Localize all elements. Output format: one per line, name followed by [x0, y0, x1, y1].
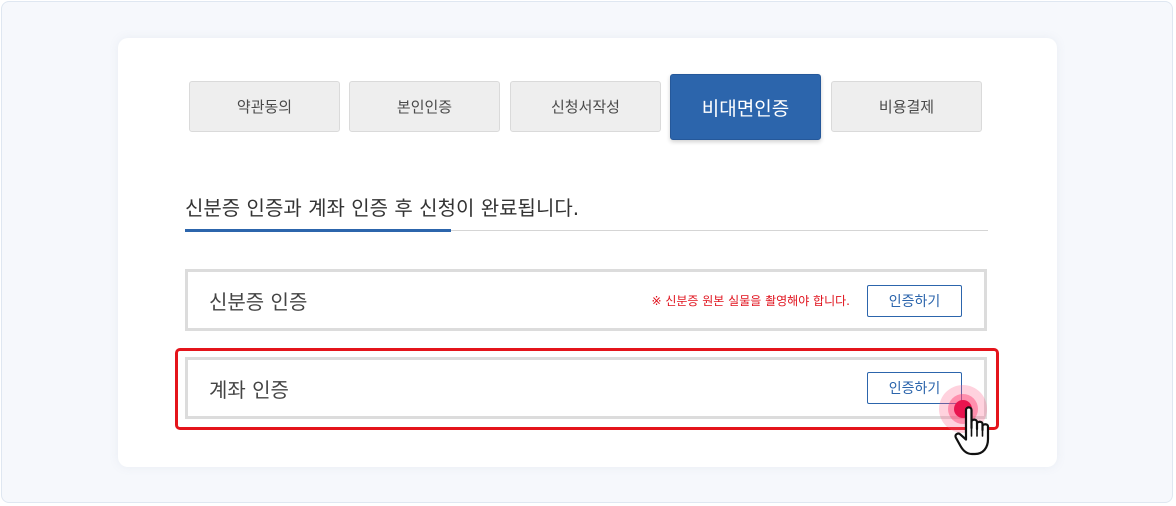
tab-non-face-to-face-verification[interactable]: 비대면인증 — [670, 74, 821, 140]
account-verification-title: 계좌 인증 — [209, 377, 289, 402]
id-card-verification-row: 신분증 인증 ※ 신분증 원본 실물을 촬영해야 합니다. 인증하기 — [185, 269, 987, 331]
id-card-verify-button[interactable]: 인증하기 — [867, 285, 962, 317]
account-verify-button[interactable]: 인증하기 — [867, 372, 962, 404]
tab-application-form[interactable]: 신청서작성 — [510, 81, 661, 132]
id-card-notice: ※ 신분증 원본 실물을 촬영해야 합니다. — [651, 293, 850, 308]
tab-terms-agreement[interactable]: 약관동의 — [189, 81, 340, 132]
account-verification-row: 계좌 인증 인증하기 — [185, 357, 987, 419]
id-card-verification-title: 신분증 인증 — [209, 289, 308, 314]
tab-payment[interactable]: 비용결제 — [831, 81, 982, 132]
tab-identity-verification[interactable]: 본인인증 — [349, 81, 500, 132]
page-headline: 신분증 인증과 계좌 인증 후 신청이 완료됩니다. — [185, 196, 580, 220]
headline-divider-accent — [185, 229, 451, 232]
